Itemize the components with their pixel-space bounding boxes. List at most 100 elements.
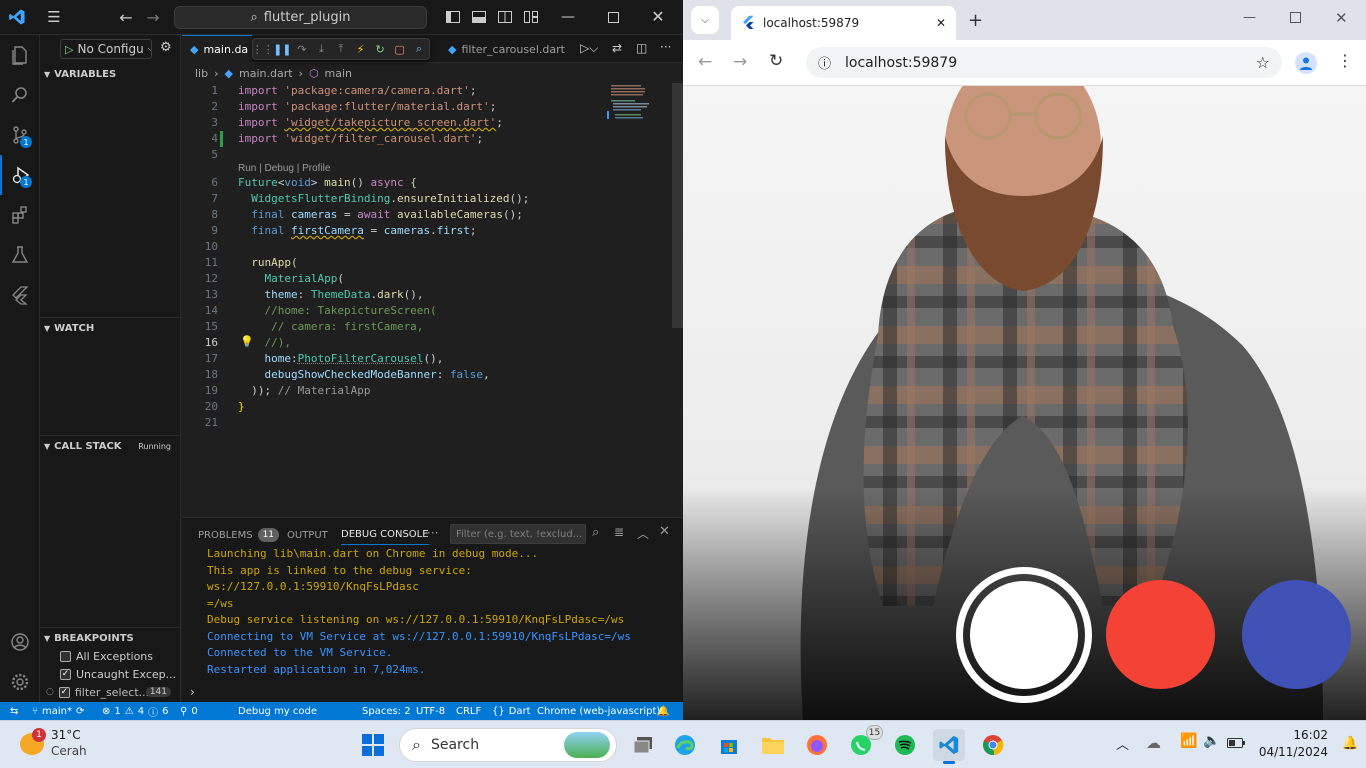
clock[interactable]: 16:02 04/11/2024	[1256, 727, 1328, 761]
firefox-icon[interactable]	[801, 729, 833, 761]
whatsapp-icon[interactable]: 15	[845, 725, 883, 761]
tab-output[interactable]: OUTPUT	[287, 525, 328, 545]
compare-changes-icon[interactable]: ⇄	[612, 41, 622, 55]
file-explorer-icon[interactable]	[757, 729, 789, 761]
taskbar-search[interactable]: ⌕ Search	[399, 728, 617, 762]
tab-filter-carousel[interactable]: ◆ filter_carousel.dart	[440, 35, 570, 63]
show-hidden-icons-chevron-up-icon[interactable]: ︿	[1116, 734, 1129, 753]
pause-icon[interactable]: ❚❚	[273, 40, 291, 58]
editor-scrollbar[interactable]	[672, 83, 683, 328]
checkbox[interactable]	[60, 650, 71, 662]
profile-avatar[interactable]	[1295, 52, 1317, 74]
settings-gear-icon[interactable]	[0, 662, 40, 702]
minimize-icon[interactable]: —	[558, 7, 578, 27]
toggle-secondary-sidebar-icon[interactable]	[496, 8, 514, 26]
run-dropdown-icon[interactable]: ▷⌵	[580, 41, 598, 56]
console-filter-input[interactable]: Filter (e.g. text, !exclud...	[450, 524, 586, 544]
step-out-icon[interactable]: ⤒	[332, 40, 350, 58]
breadcrumb-file[interactable]: main.dart	[239, 67, 293, 80]
split-editor-icon[interactable]: ◫	[636, 41, 647, 55]
breadcrumb-symbol[interactable]: main	[325, 67, 352, 80]
testing-flask-icon[interactable]	[0, 235, 40, 275]
codelens-run-debug-profile[interactable]: Run | Debug | Profile	[238, 163, 330, 175]
spotify-icon[interactable]	[889, 729, 921, 761]
address-bar[interactable]: ⓘ localhost:59879 ☆	[806, 47, 1282, 78]
menu-icon[interactable]: ☰	[44, 7, 64, 27]
eol-status[interactable]: CRLF	[456, 702, 481, 720]
battery-icon[interactable]	[1227, 737, 1245, 751]
call-stack-section-header[interactable]: ▼ CALL STACK Running	[40, 435, 181, 457]
close-icon[interactable]: ✕	[1335, 9, 1348, 27]
open-devtools-icon[interactable]: ⌕	[410, 40, 428, 58]
checkbox-checked[interactable]: ✓	[58, 686, 70, 698]
language-status[interactable]: {} Dart	[492, 702, 531, 720]
chrome-taskbar-icon[interactable]	[977, 729, 1009, 761]
back-arrow-icon[interactable]: ←	[116, 7, 136, 27]
variables-section-header[interactable]: ▼ VARIABLES	[40, 63, 181, 85]
forward-arrow-icon[interactable]: →	[733, 52, 747, 72]
chrome-tab[interactable]: localhost:59879 ✕	[731, 6, 956, 40]
back-arrow-icon[interactable]: ←	[698, 52, 712, 72]
chrome-menu-icon[interactable]: ⋮	[1337, 51, 1353, 70]
forward-arrow-icon[interactable]: →	[143, 7, 163, 27]
weather-widget[interactable]: 1 31°C Cerah	[18, 727, 118, 763]
start-debugging-icon[interactable]: ▷	[65, 43, 73, 56]
tab-main-dart[interactable]: ◆ main.da	[182, 35, 252, 63]
debug-console-output[interactable]: Launching lib\main.dart on Chrome in deb…	[207, 546, 677, 678]
command-center-search[interactable]: ⌕ flutter_plugin	[174, 6, 427, 29]
step-into-icon[interactable]: ⤓	[312, 40, 330, 58]
problems-status[interactable]: ⊗ 1 ⚠ 4 ⓘ 6	[102, 702, 168, 720]
close-icon[interactable]: ✕	[648, 6, 668, 26]
extensions-icon[interactable]	[0, 195, 40, 235]
edge-browser-icon[interactable]	[669, 729, 701, 761]
debug-my-code-status[interactable]: Debug my code	[238, 702, 317, 720]
filter-button-white[interactable]	[956, 567, 1092, 703]
breakpoint-row[interactable]: All Exceptions	[40, 647, 181, 665]
debug-settings-gear-icon[interactable]: ⚙	[160, 40, 172, 55]
explorer-icon[interactable]	[0, 35, 40, 75]
breakpoints-section-header[interactable]: ▼ BREAKPOINTS	[40, 627, 181, 649]
accounts-icon[interactable]	[0, 622, 40, 662]
onedrive-cloud-icon[interactable]: ☁	[1146, 734, 1161, 752]
maximize-panel-chevron-up-icon[interactable]: ︿	[637, 525, 649, 542]
minimize-icon[interactable]: —	[1243, 10, 1256, 25]
hot-reload-icon[interactable]: ⚡	[352, 40, 370, 58]
vscode-taskbar-icon[interactable]	[933, 729, 965, 764]
console-prompt-chevron-icon[interactable]: ›	[190, 685, 195, 699]
start-button-windows-icon[interactable]	[357, 729, 389, 761]
close-tab-icon[interactable]: ✕	[936, 16, 946, 30]
branch-item[interactable]: ⑂ main* ⟳	[32, 702, 84, 720]
filter-button-red[interactable]	[1106, 580, 1215, 689]
site-info-icon[interactable]: ⓘ	[818, 53, 831, 72]
breakpoint-row[interactable]: ✓ Uncaught Excep...	[40, 665, 181, 683]
microsoft-store-icon[interactable]	[713, 729, 745, 761]
clear-console-icon[interactable]: ≣	[614, 525, 624, 539]
toggle-sidebar-icon[interactable]	[444, 8, 462, 26]
watch-section-header[interactable]: ▼ WATCH	[40, 317, 181, 339]
stop-icon[interactable]: ▢	[391, 40, 409, 58]
run-debug-icon[interactable]: 1	[0, 155, 40, 195]
maximize-icon[interactable]	[1290, 12, 1301, 26]
remote-icon[interactable]: ⇆	[10, 702, 18, 720]
breadcrumb-folder[interactable]: lib	[195, 67, 208, 80]
volume-icon[interactable]: 🔈	[1203, 733, 1220, 749]
more-actions-icon[interactable]: ···	[427, 526, 438, 540]
search-icon[interactable]: ⌕	[592, 525, 599, 540]
notifications-icon[interactable]: 🔔	[657, 702, 669, 720]
ports-status[interactable]: ⚲ 0	[180, 702, 198, 720]
minimap[interactable]	[607, 83, 675, 143]
encoding-status[interactable]: UTF-8	[416, 702, 445, 720]
customize-layout-icon[interactable]	[522, 8, 540, 26]
tab-search-chevron-icon[interactable]: ⌵	[691, 6, 719, 34]
tab-debug-console[interactable]: DEBUG CONSOLE	[341, 525, 429, 545]
task-view-icon[interactable]	[627, 729, 659, 761]
step-over-icon[interactable]: ↷	[293, 40, 311, 58]
reload-icon[interactable]: ↻	[769, 51, 783, 71]
indentation-status[interactable]: Spaces: 2	[362, 702, 411, 720]
wifi-icon[interactable]: 📶	[1180, 733, 1197, 749]
notification-bell-icon[interactable]: 🔔	[1342, 736, 1358, 751]
more-actions-icon[interactable]: ···	[660, 40, 671, 54]
toggle-panel-icon[interactable]	[470, 8, 488, 26]
tab-problems[interactable]: PROBLEMS 11	[198, 525, 280, 545]
checkbox-checked[interactable]: ✓	[60, 668, 71, 680]
